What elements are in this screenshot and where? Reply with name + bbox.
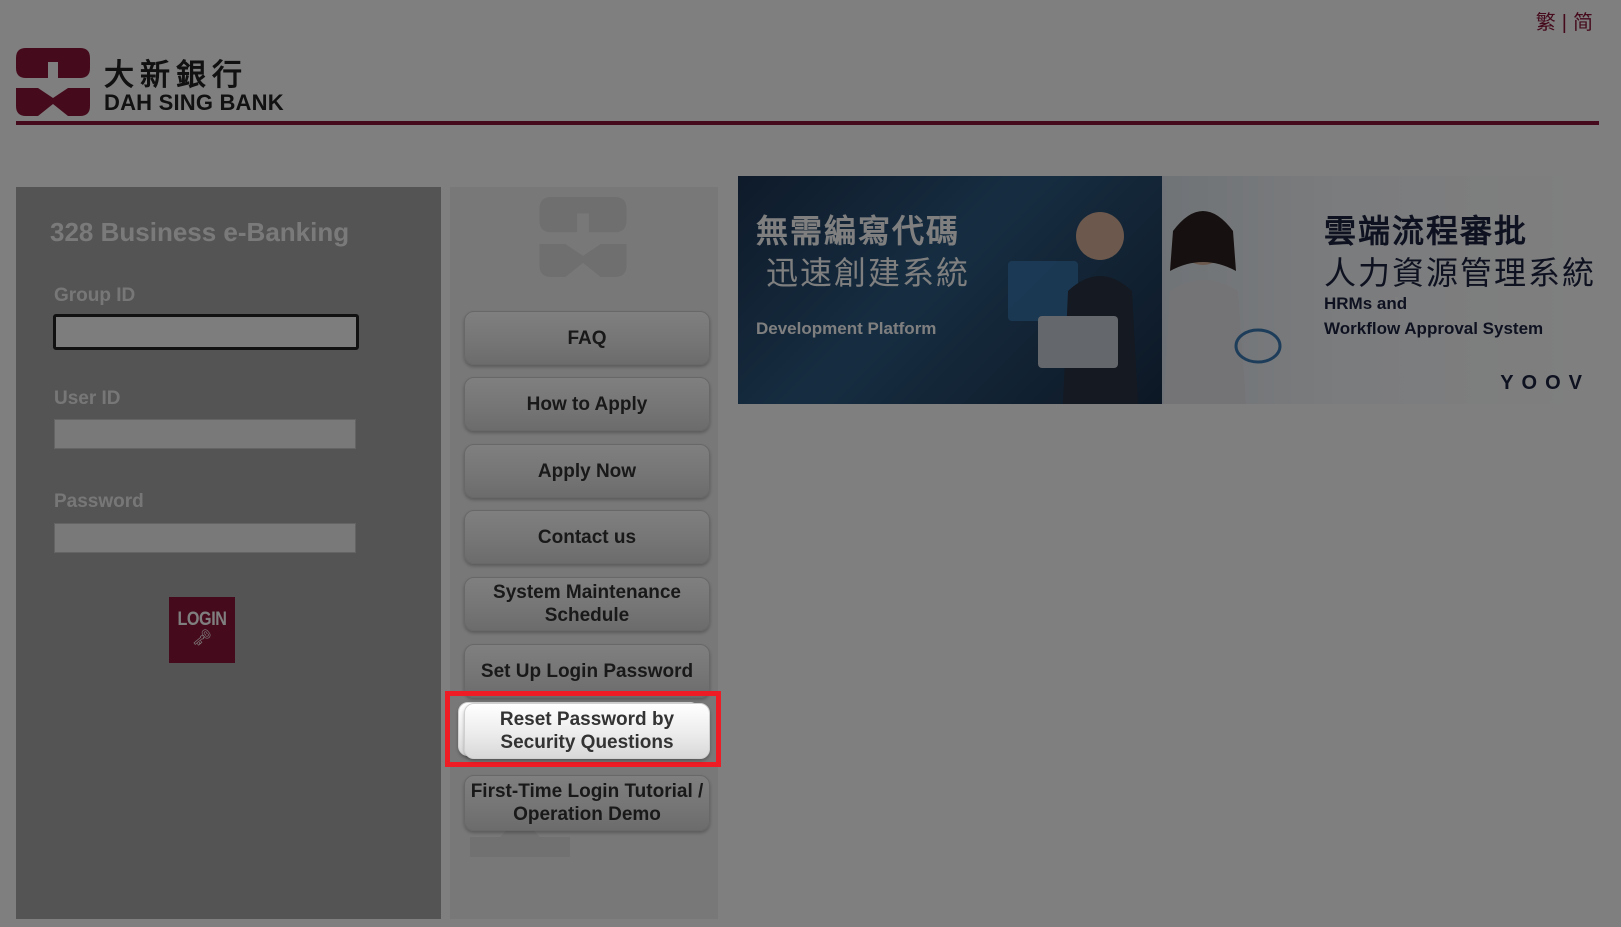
logo-watermark-icon bbox=[539, 197, 627, 277]
banner-left-subtitle: 迅速創建系統 bbox=[766, 254, 971, 292]
user-id-label: User ID bbox=[54, 388, 121, 409]
system-maintenance-schedule-button[interactable]: System Maintenance Schedule bbox=[464, 577, 710, 631]
banner-right-en-1: HRMs and bbox=[1324, 294, 1408, 313]
group-id-label: Group ID bbox=[54, 285, 136, 306]
bank-logo[interactable]: 大新銀行 DAH SING BANK bbox=[16, 48, 316, 116]
contact-us-button[interactable]: Contact us bbox=[464, 510, 710, 564]
key-icon: 🗝︎ bbox=[191, 630, 213, 647]
lang-separator: | bbox=[1561, 12, 1567, 34]
logo-chinese-text: 大新銀行 bbox=[104, 58, 248, 93]
banner-brand-logo: YOOV bbox=[1500, 372, 1590, 394]
page: 繁 | 简 大新銀行 DAH SING BANK 328 Business e-Ba… bbox=[0, 0, 1621, 927]
banner-left-en-2: Development Platform bbox=[756, 319, 937, 338]
menu-column: FAQ How to Apply Apply Now Contact us Sy… bbox=[450, 187, 718, 919]
set-up-login-password-button[interactable]: Set Up Login Password bbox=[464, 644, 710, 698]
user-id-input[interactable] bbox=[54, 419, 356, 449]
language-switcher: 繁 | 简 bbox=[1536, 6, 1593, 35]
promo-banner[interactable]: 無需編寫代碼 迅速創建系統 No-code Development Platfo… bbox=[738, 176, 1604, 404]
group-id-input[interactable] bbox=[53, 314, 359, 350]
banner-right-subtitle: 人力資源管理系統 bbox=[1324, 254, 1597, 292]
reset-password-by-security-questions-button[interactable]: Reset Password by Security Questions bbox=[464, 703, 710, 759]
banner-left-title: 無需編寫代碼 bbox=[756, 212, 961, 250]
faq-button[interactable]: FAQ bbox=[464, 311, 710, 365]
apply-now-button[interactable]: Apply Now bbox=[464, 444, 710, 498]
banner-right-en-2: Workflow Approval System bbox=[1324, 319, 1544, 338]
dah-sing-logo-icon bbox=[16, 48, 90, 116]
first-time-login-tutorial-button[interactable]: First-Time Login Tutorial / Operation De… bbox=[464, 775, 710, 831]
password-input[interactable] bbox=[54, 523, 356, 553]
banner-right-title: 雲端流程審批 bbox=[1324, 212, 1529, 250]
password-label: Password bbox=[54, 491, 144, 512]
logo-english-text: DAH SING BANK bbox=[104, 90, 284, 115]
login-title: 328 Business e-Banking bbox=[50, 217, 350, 247]
header-divider bbox=[16, 121, 1599, 125]
login-button[interactable]: LOGIN 🗝︎ bbox=[169, 597, 235, 663]
lang-simplified-link[interactable]: 简 bbox=[1573, 12, 1593, 34]
how-to-apply-button[interactable]: How to Apply bbox=[464, 377, 710, 431]
lang-traditional-link[interactable]: 繁 bbox=[1536, 12, 1556, 34]
business-people-image-icon bbox=[1008, 211, 1282, 404]
login-panel: 328 Business e-Banking Group ID User ID … bbox=[16, 187, 441, 919]
login-button-label: LOGIN bbox=[177, 609, 227, 630]
